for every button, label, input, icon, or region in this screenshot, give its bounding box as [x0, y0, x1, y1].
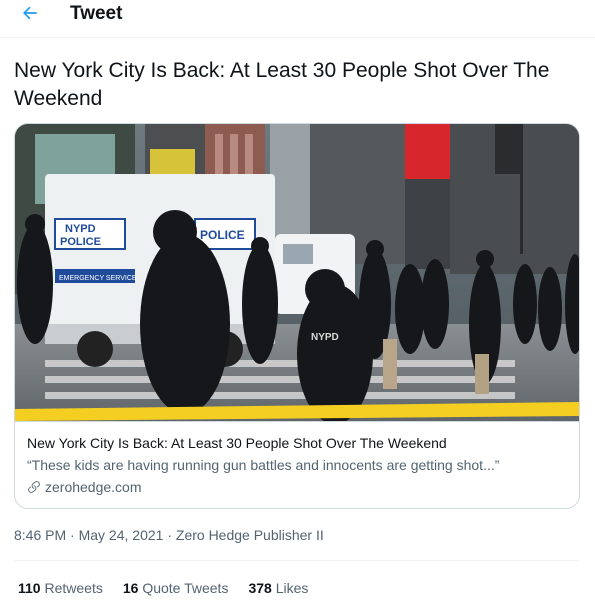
svg-text:EMERGENCY SERVICE: EMERGENCY SERVICE [59, 275, 137, 282]
likes-count: 378 [248, 580, 272, 596]
retweets-stat[interactable]: 110 Retweets [18, 580, 103, 596]
quote-tweets-count: 16 [122, 580, 139, 596]
card-description: “These kids are having running gun battl… [27, 457, 500, 473]
retweets-count: 110 [18, 580, 41, 596]
back-button[interactable] [16, 0, 44, 26]
svg-text:POLICE: POLICE [60, 236, 101, 248]
card-title: New York City Is Back: At Least 30 Peopl… [27, 435, 447, 451]
meta-separator: · [163, 527, 176, 543]
svg-text:POLICE: POLICE [200, 228, 245, 242]
tweet-stats: 110 Retweets 16 Quote Tweets 378 Likes [18, 580, 308, 596]
divider [14, 560, 579, 561]
quote-tweets-stat[interactable]: 16 Quote Tweets [123, 580, 229, 596]
tweet-meta: 8:46 PM · May 24, 2021 · Zero Hedge Publ… [14, 527, 324, 543]
top-bar: Tweet [0, 0, 595, 38]
tweet-date: May 24, 2021 [78, 527, 164, 543]
tweet-source-link[interactable]: Zero Hedge Publisher II [176, 527, 324, 543]
meta-separator: · [66, 527, 79, 543]
card-domain-row: zerohedge.com [27, 478, 567, 496]
arrow-left-icon [23, 6, 37, 20]
likes-stat[interactable]: 378 Likes [248, 580, 308, 596]
link-card[interactable]: NYPD POLICE EMERGENCY SERVICE POLICE NYP… [14, 123, 580, 509]
card-domain: zerohedge.com [45, 479, 142, 495]
svg-text:NYPD: NYPD [311, 332, 339, 343]
retweets-label: Retweets [44, 580, 103, 596]
quote-tweets-label: Quote Tweets [142, 580, 229, 596]
card-info: New York City Is Back: At Least 30 Peopl… [15, 421, 579, 508]
link-icon [28, 481, 40, 493]
tweet-time-link[interactable]: 8:46 PM · May 24, 2021 [14, 527, 163, 543]
likes-label: Likes [275, 580, 309, 596]
tweet-time: 8:46 PM [14, 527, 67, 543]
tweet-text: New York City Is Back: At Least 30 Peopl… [14, 59, 550, 110]
svg-text:NYPD: NYPD [65, 223, 96, 235]
page-title: Tweet [70, 3, 123, 24]
card-image: NYPD POLICE EMERGENCY SERVICE POLICE NYP… [15, 124, 579, 421]
